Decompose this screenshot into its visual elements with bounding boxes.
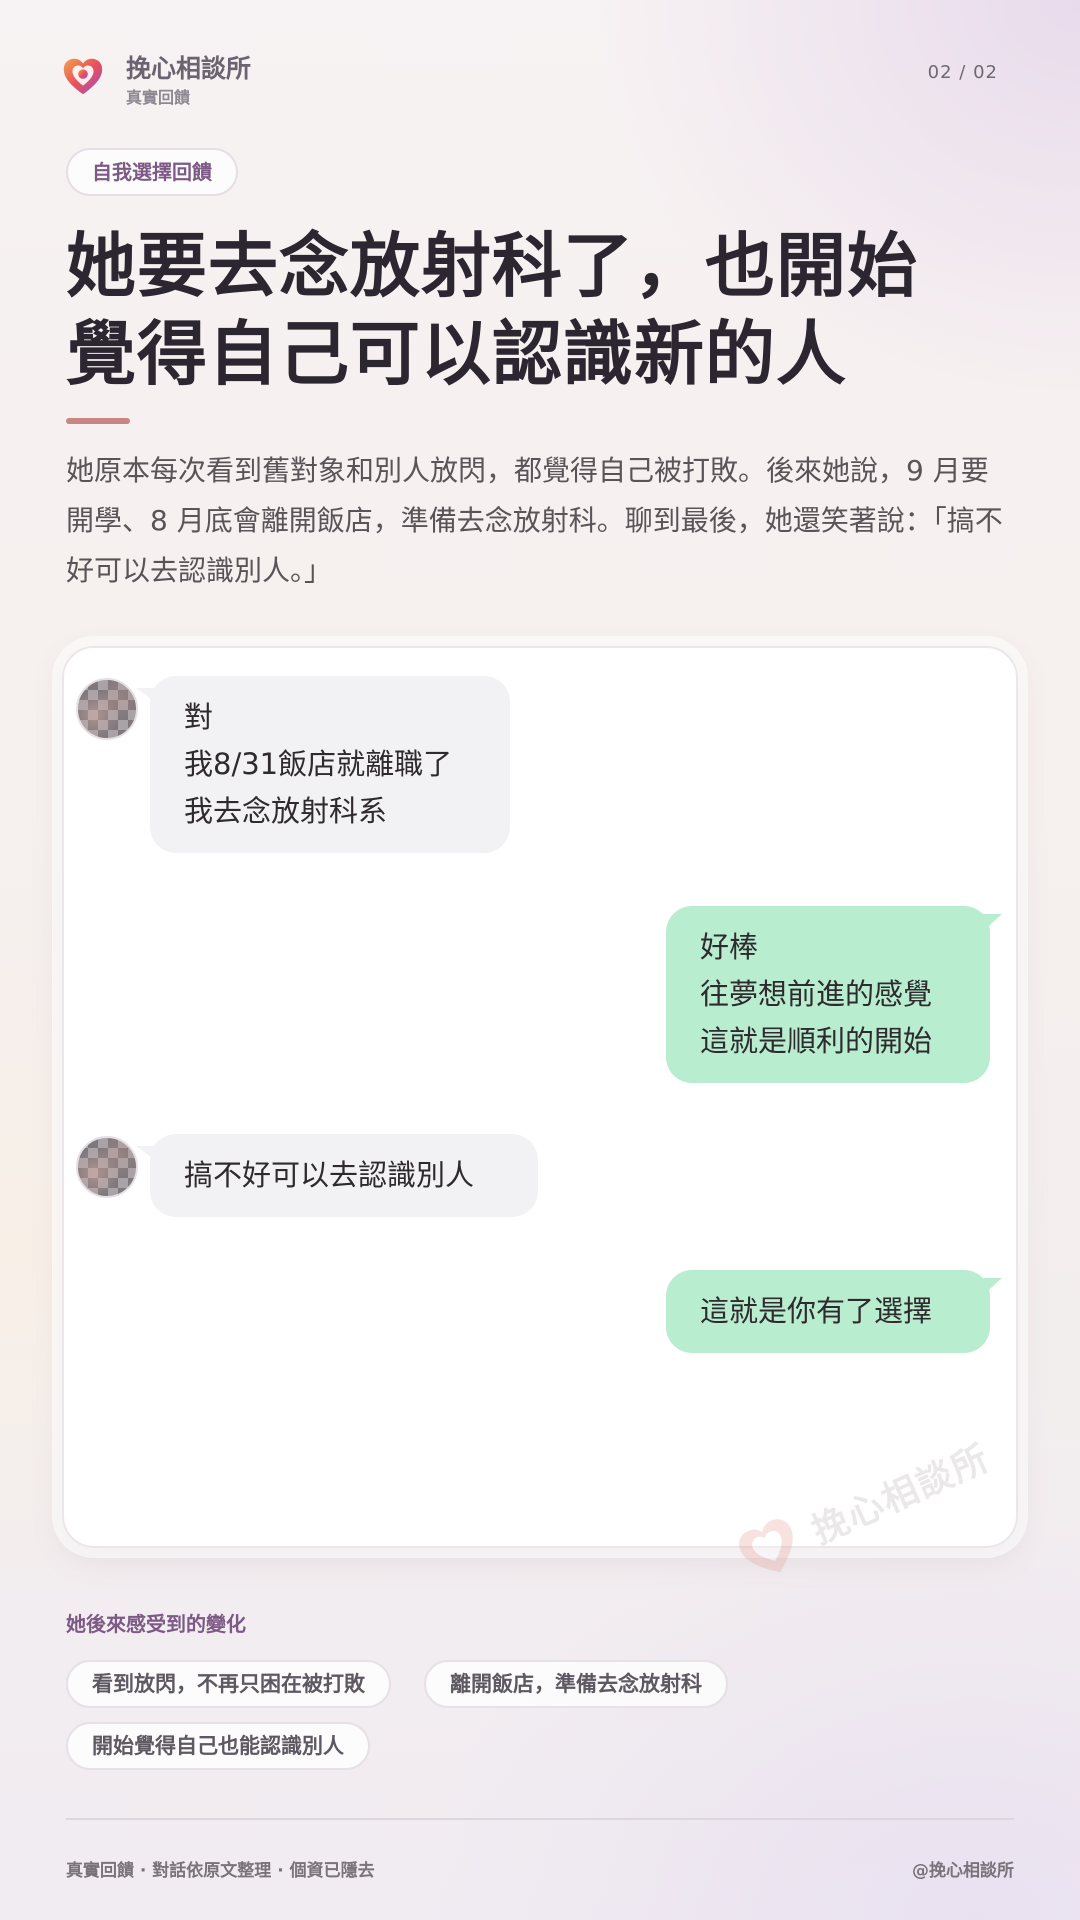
page-indicator: 02 / 02 [927, 62, 998, 83]
brand: 挽心相談所 真實回饋 [60, 52, 251, 108]
brand-name: 挽心相談所 [126, 54, 252, 83]
avatar [76, 678, 138, 740]
change-chip: 開始覺得自己也能認識別人 [66, 1722, 370, 1770]
accent-divider [66, 418, 130, 424]
change-chip: 離開飯店，準備去念放射科 [424, 1660, 728, 1708]
chat-screenshot-card: 對 我8/31飯店就離職了 我去念放射科系 好棒 往夢想前進的感覺 這就是順利的… [62, 646, 1018, 1548]
category-tag: 自我選擇回饋 [66, 148, 238, 196]
intro-paragraph: 她原本每次看到舊對象和別人放閃，都覺得自己被打敗。後來她說，9 月要開學、8 月… [66, 454, 1003, 587]
change-chip: 看到放閃，不再只困在被打敗 [66, 1660, 391, 1708]
chat-bubble-incoming: 搞不好可以去認識別人 [136, 1134, 538, 1217]
brand-subtitle: 真實回饋 [126, 88, 191, 107]
footer-note: 真實回饋 · 對話依原文整理 · 個資已隱去 [66, 1861, 375, 1881]
footer-handle: @挽心相談所 [912, 1861, 1014, 1881]
avatar [76, 1136, 138, 1198]
chat-bubble-incoming: 對 我8/31飯店就離職了 我去念放射科系 [136, 676, 510, 853]
changes-section-title: 她後來感受到的變化 [66, 1612, 246, 1636]
chat-bubble-outgoing: 這就是你有了選擇 [666, 1270, 1002, 1353]
chat-bubble-outgoing: 好棒 往夢想前進的感覺 這就是順利的開始 [666, 906, 1002, 1083]
headline: 她要去念放射科了，也開始覺得自己可以認識新的人 [66, 224, 918, 395]
footer-divider [66, 1818, 1014, 1820]
heart-swirl-icon [63, 58, 103, 95]
